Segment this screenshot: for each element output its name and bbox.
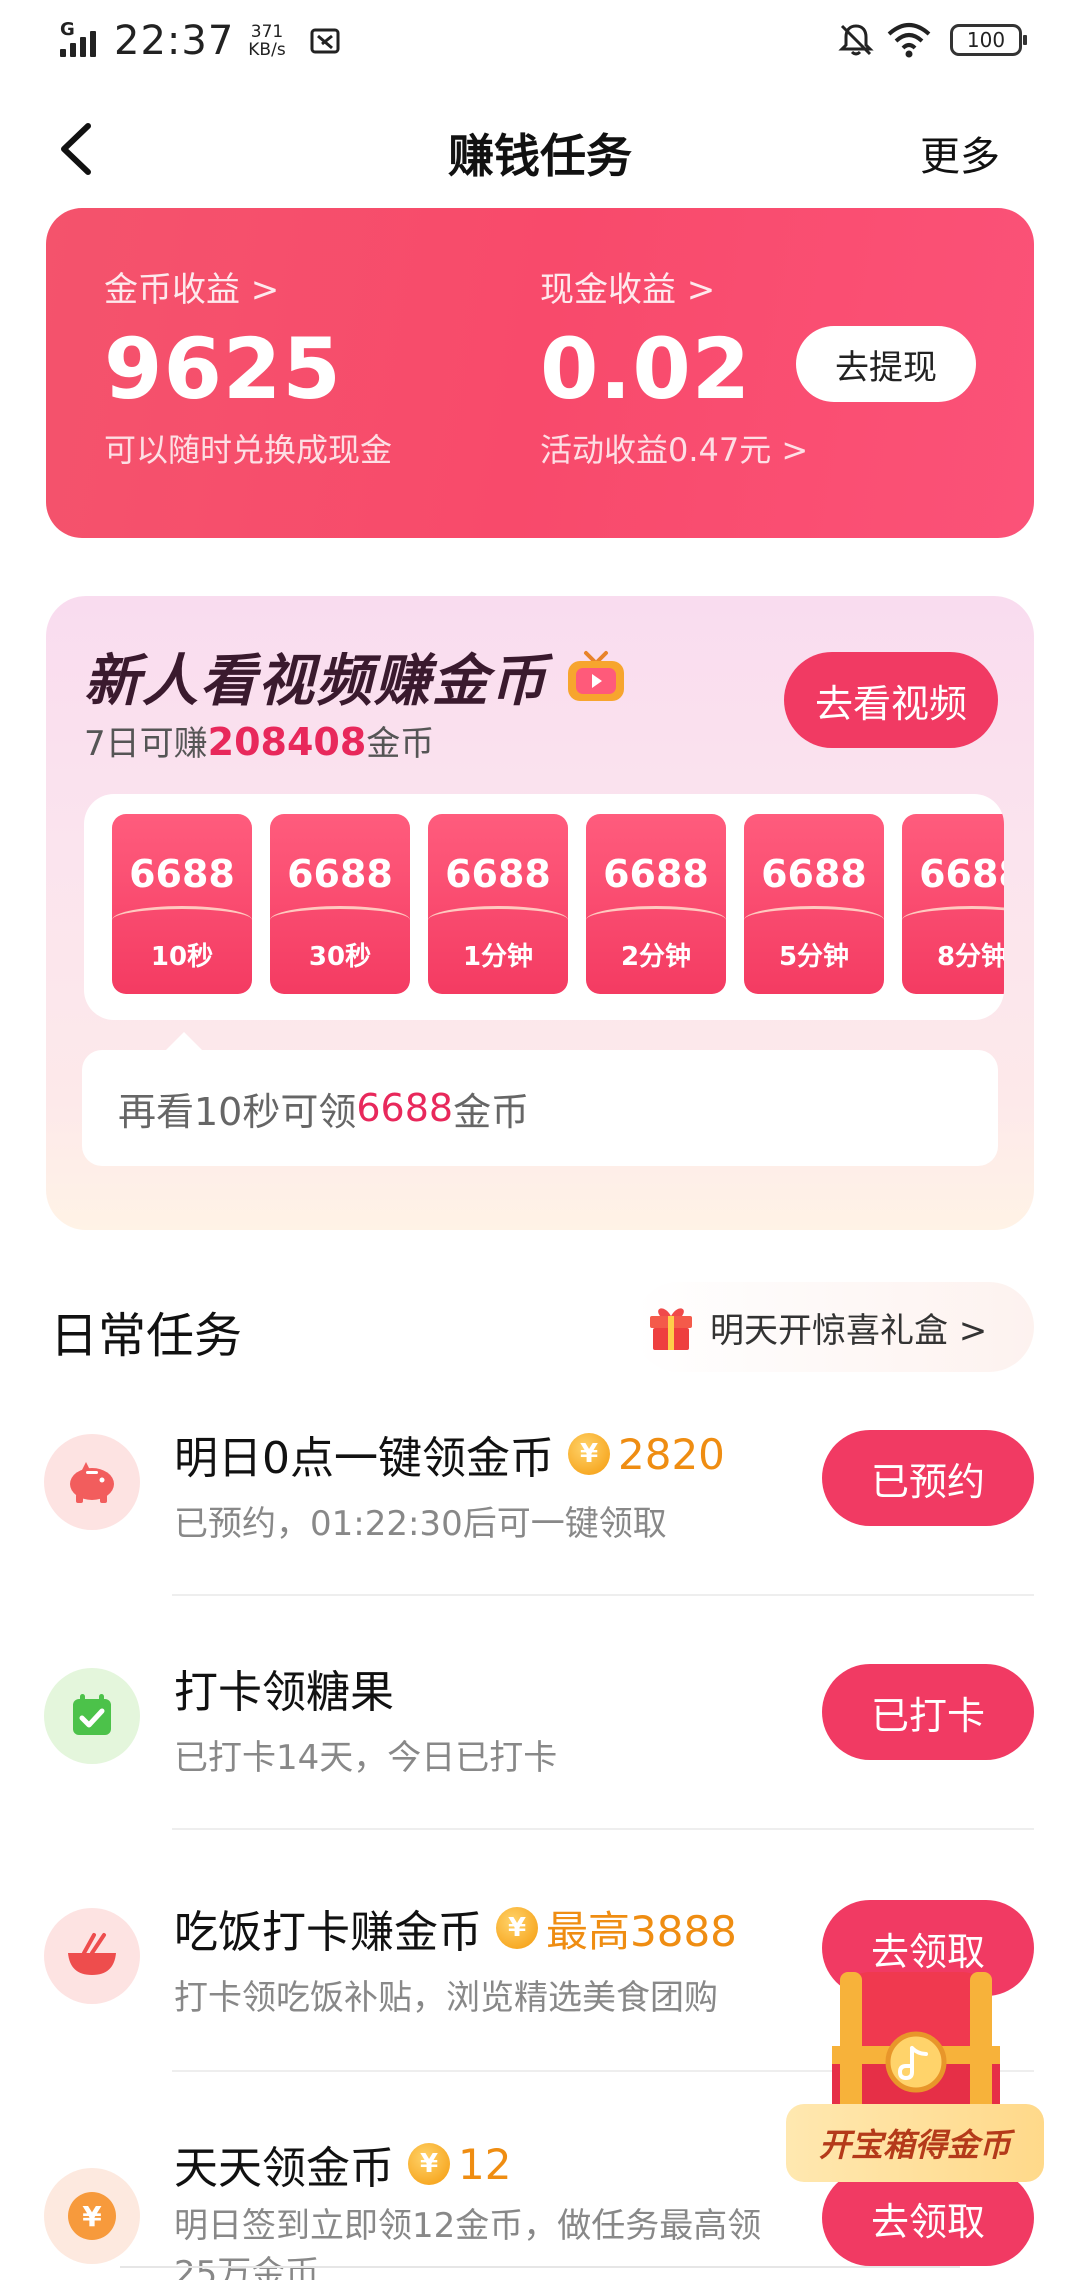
bottom-edge <box>120 2266 960 2280</box>
status-bar: G 22:37 371 KB/s 100 <box>0 0 1080 84</box>
clock: 22:37 <box>114 18 235 64</box>
task-subtitle: 已预约，01:22:30后可一键领取 <box>174 1504 667 1544</box>
task-title: 明日0点一键领金币 ¥ 2820 <box>174 1429 725 1485</box>
task-reward: 最高3888 <box>546 1906 737 1956</box>
task-reward: 12 <box>458 2139 512 2189</box>
earnings-card: 金币收益 > 9625 可以随时兑换成现金 现金收益 > 0.02 活动收益0.… <box>46 208 1034 538</box>
task-title: 天天领金币 ¥ 12 <box>174 2139 512 2195</box>
calendar-check-icon <box>44 1668 140 1764</box>
status-right: 100 <box>836 20 1027 60</box>
wifi-icon <box>887 23 931 58</box>
top-nav: 赚钱任务 更多 <box>0 84 1080 214</box>
video-card-subtitle: 7日可赚208408金币 <box>84 720 435 764</box>
surprise-gift-button[interactable]: 明天开惊喜礼盒 > <box>634 1282 1034 1372</box>
cash-earnings[interactable]: 现金收益 > 0.02 活动收益0.47元 > <box>540 262 808 471</box>
claim-button[interactable]: 去领取 <box>822 2170 1034 2266</box>
page-title: 赚钱任务 <box>448 129 632 183</box>
svg-text:¥: ¥ <box>82 2200 102 2233</box>
task-item: 明日0点一键领金币 ¥ 2820 已预约，01:22:30后可一键领取 已预约 <box>0 1412 1080 1612</box>
watch-video-button[interactable]: 去看视频 <box>784 652 998 748</box>
reward-card: 6688 30秒 <box>270 814 410 994</box>
network-type: G <box>60 19 75 40</box>
reward-card: 6688 2分钟 <box>586 814 726 994</box>
coin-earnings[interactable]: 金币收益 > 9625 可以随时兑换成现金 <box>104 262 392 471</box>
tv-play-icon <box>568 650 624 701</box>
yuan-coin-icon: ¥ <box>44 2168 140 2264</box>
yuan-coin-icon: ¥ <box>496 1907 538 1949</box>
yuan-coin-icon: ¥ <box>408 2143 450 2185</box>
reward-card: 6688 1分钟 <box>428 814 568 994</box>
signal-icon: G <box>58 19 106 61</box>
bell-muted-icon <box>838 24 874 56</box>
rice-bowl-icon <box>44 1908 140 2004</box>
cash-earnings-label: 现金收益 > <box>540 270 716 310</box>
status-left: G 22:37 371 KB/s <box>58 18 342 64</box>
divider <box>172 1828 1034 1830</box>
new-user-video-card: 新人看视频赚金币 7日可赚208408金币 去看视频 6688 10秒 6688… <box>46 596 1034 1230</box>
reward-card: 6688 8分钟 <box>902 814 1004 994</box>
checked-in-button[interactable]: 已打卡 <box>822 1664 1034 1760</box>
withdraw-button[interactable]: 去提现 <box>796 326 976 402</box>
task-subtitle: 打卡领吃饭补贴，浏览精选美食团购 <box>174 1978 718 2018</box>
task-title: 打卡领糖果 <box>174 1667 394 1718</box>
battery-indicator: 100 <box>950 24 1027 56</box>
reward-card: 6688 5分钟 <box>744 814 884 994</box>
task-title: 吃饭打卡赚金币 ¥ 最高3888 <box>174 1896 737 1960</box>
activity-earnings-link[interactable]: 活动收益0.47元 > <box>540 425 808 471</box>
gift-box-icon <box>650 1308 692 1350</box>
coin-earnings-label: 金币收益 > <box>104 270 280 310</box>
divider <box>172 1594 1034 1596</box>
more-button[interactable]: 更多 <box>920 124 1000 182</box>
video-tip: 再看10秒可领 6688 金币 <box>82 1050 998 1166</box>
piggy-bank-icon <box>44 1434 140 1530</box>
coin-earnings-sub: 可以随时兑换成现金 <box>104 431 393 469</box>
yuan-coin-icon: ¥ <box>568 1433 610 1475</box>
task-item: 打卡领糖果 已打卡14天，今日已打卡 已打卡 <box>0 1646 1080 1846</box>
app-notification-icon <box>310 28 340 54</box>
reserved-button[interactable]: 已预约 <box>822 1430 1034 1526</box>
tip-pointer <box>166 1032 202 1050</box>
cash-earnings-value: 0.02 <box>540 320 752 418</box>
video-card-title: 新人看视频赚金币 <box>84 636 628 717</box>
task-reward: 2820 <box>618 1429 725 1479</box>
task-subtitle: 已打卡14天，今日已打卡 <box>174 1738 558 1778</box>
network-speed: 371 KB/s <box>248 22 286 60</box>
coin-earnings-value: 9625 <box>104 320 342 418</box>
daily-tasks-title: 日常任务 <box>50 1308 243 1364</box>
reward-strip[interactable]: 6688 10秒 6688 30秒 6688 1分钟 6688 2分钟 6688… <box>84 794 1004 1020</box>
reward-card: 6688 10秒 <box>112 814 252 994</box>
open-chest-button[interactable]: 开宝箱得金币 <box>786 2104 1044 2182</box>
